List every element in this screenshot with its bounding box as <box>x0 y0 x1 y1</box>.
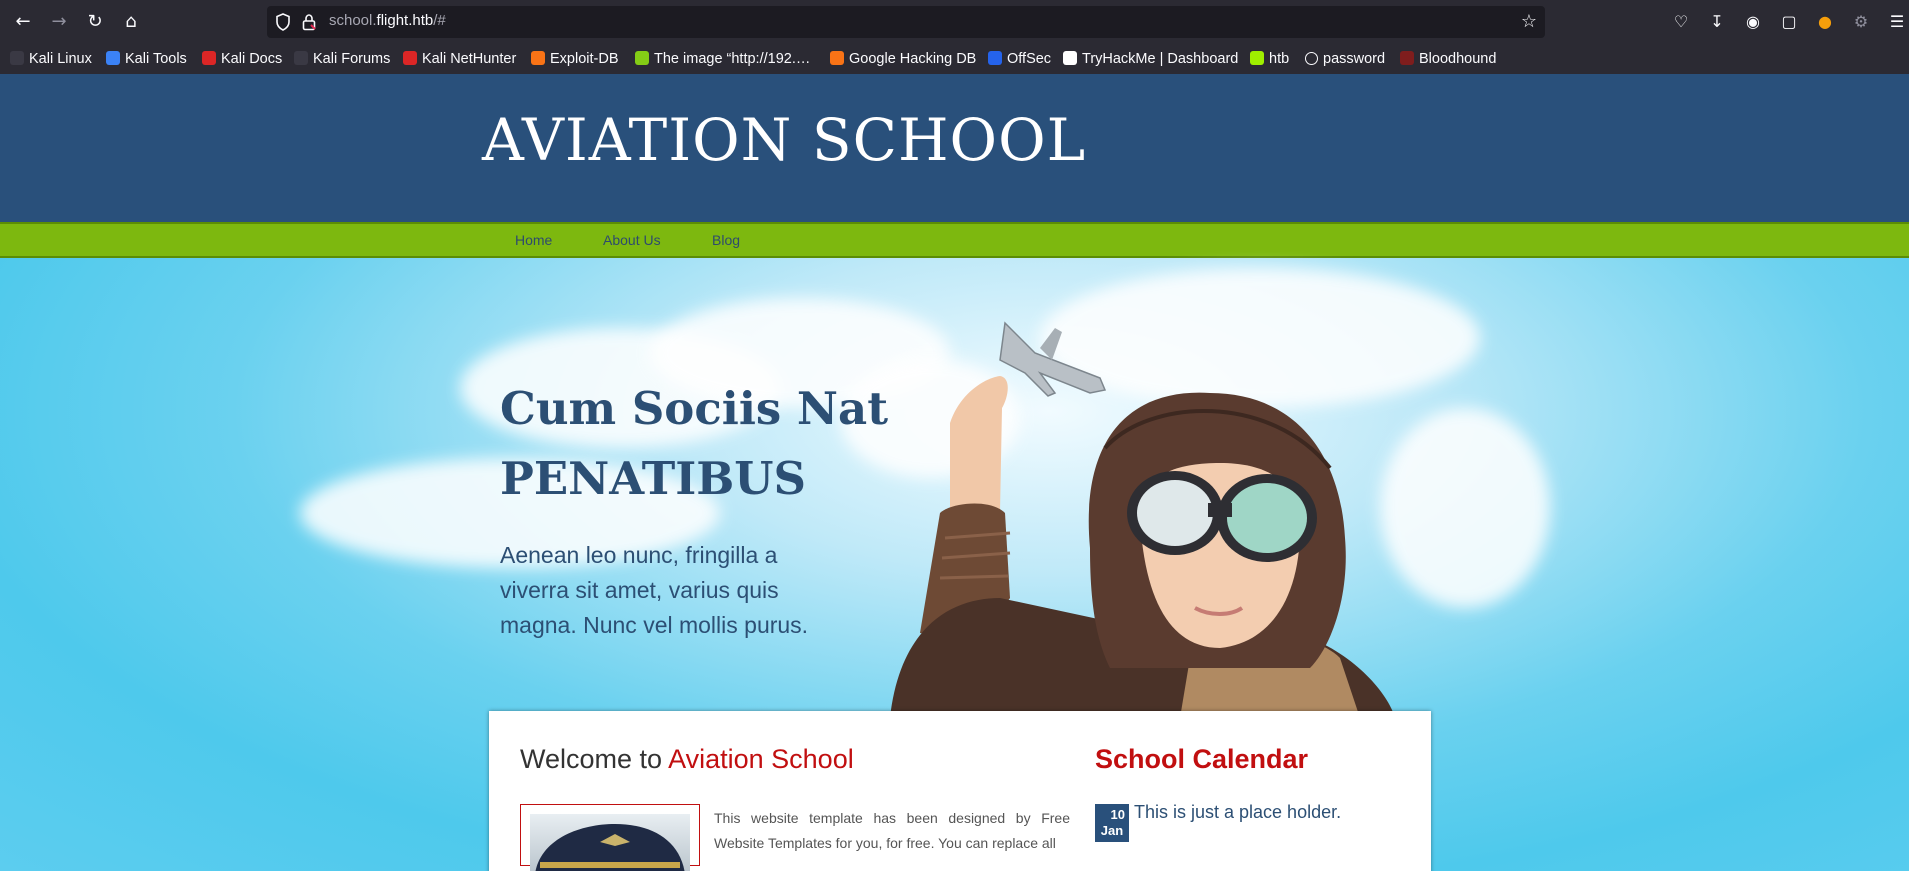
bookmark-kali-nethunter[interactable]: Kali NetHunter <box>403 48 516 70</box>
bookmark-label: Kali Tools <box>125 51 187 67</box>
pilot-photo <box>530 814 690 871</box>
bookmark-label: Kali Forums <box>313 51 391 67</box>
calendar-event-text[interactable]: This is just a place holder. <box>1134 802 1341 823</box>
bookmark-label: htb <box>1269 51 1290 67</box>
bookmark-label: Kali Docs <box>221 51 283 67</box>
bookmark-kali-docs[interactable]: Kali Docs <box>202 48 282 70</box>
kali-forums-icon <box>294 51 308 65</box>
hero-title: Cum Sociis Nat PENATIBUS <box>500 374 888 514</box>
url-path: /# <box>433 12 446 29</box>
home-icon[interactable]: ⌂ <box>119 10 143 34</box>
pocket-icon[interactable]: ♡ <box>1669 10 1693 34</box>
bookmarks-bar: Kali Linux Kali Tools Kali Docs Kali For… <box>0 44 1909 75</box>
bookmark-label: Kali NetHunter <box>422 51 517 67</box>
bookmark-image[interactable]: The image “http://192.… <box>635 48 810 70</box>
url-bar[interactable]: school.flight.htb/# ☆ <box>267 6 1545 38</box>
hero-subtitle: Aenean leo nunc, fringilla a viverra sit… <box>500 542 809 638</box>
bookmark-kali-forums[interactable]: Kali Forums <box>294 48 390 70</box>
offsec-icon <box>988 51 1002 65</box>
bookmark-tryhackme[interactable]: TryHackMe | Dashboard <box>1063 48 1238 70</box>
bookmark-kali-linux[interactable]: Kali Linux <box>10 48 92 70</box>
exploit-db-icon <box>531 51 545 65</box>
foxyproxy-icon[interactable]: ● <box>1813 10 1837 34</box>
kali-docs-icon <box>202 51 216 65</box>
toy-plane-icon <box>999 321 1107 397</box>
menu-icon[interactable]: ☰ <box>1885 10 1909 34</box>
extensions-icon[interactable]: ▢ <box>1777 10 1801 34</box>
main-navigation: Home About Us Blog <box>0 222 1909 258</box>
kali-icon <box>10 51 24 65</box>
aviator-child-image <box>890 321 1395 718</box>
bookmark-label: Kali Linux <box>29 51 92 67</box>
nav-home[interactable]: Home <box>515 232 552 248</box>
bookmark-label: TryHackMe | Dashboard <box>1082 51 1239 67</box>
welcome-heading: Welcome to Aviation School <box>520 744 854 775</box>
nav-about-us[interactable]: About Us <box>603 232 661 248</box>
bookmark-exploit-db[interactable]: Exploit-DB <box>531 48 619 70</box>
bookmark-label: OffSec <box>1007 51 1052 67</box>
lock-icon[interactable] <box>301 13 317 31</box>
calendar-title: School Calendar <box>1095 744 1309 774</box>
globe-icon <box>1305 52 1318 65</box>
welcome-prefix: Welcome to <box>520 744 669 774</box>
calendar-day: 10 <box>1110 807 1125 822</box>
site-header: AVIATION SCHOOL <box>0 74 1909 222</box>
bookmark-htb[interactable]: htb <box>1250 48 1289 70</box>
toolbar-right: ♡ ↧ ◉ ▢ ● ⚙ ☰ <box>1669 10 1909 34</box>
bloodhound-icon <box>1400 51 1414 65</box>
bookmark-offsec[interactable]: OffSec <box>988 48 1051 70</box>
hero-title-line-2: PENATIBUS <box>500 452 807 505</box>
nethunter-icon <box>403 51 417 65</box>
bookmark-star-icon[interactable]: ☆ <box>1521 11 1537 32</box>
bookmark-label: Bloodhound <box>1419 51 1497 67</box>
bookmark-password[interactable]: password <box>1305 48 1385 70</box>
url-host-prefix: school. <box>329 12 377 29</box>
url-text[interactable]: school.flight.htb/# <box>329 12 446 29</box>
bookmark-google-hacking-db[interactable]: Google Hacking DB <box>830 48 976 70</box>
content-panel: Welcome to Aviation School This website … <box>489 711 1431 871</box>
browser-toolbar: ← → ↻ ⌂ school.flight.htb/# ☆ ♡ ↧ ◉ ▢ ● … <box>0 0 1909 44</box>
hero-title-line-1: Cum Sociis Nat <box>500 382 888 435</box>
url-host: flight.htb <box>376 12 434 29</box>
forward-icon[interactable]: → <box>47 10 71 34</box>
pilot-cap-image <box>535 824 685 871</box>
kali-tools-icon <box>106 51 120 65</box>
settings-icon[interactable]: ⚙ <box>1849 10 1873 34</box>
downloads-icon[interactable]: ↧ <box>1705 10 1729 34</box>
bookmark-label: The image “http://192.… <box>654 51 811 67</box>
ghdb-icon <box>830 51 844 65</box>
bookmark-label: Google Hacking DB <box>849 51 977 67</box>
bookmark-label: password <box>1323 51 1386 67</box>
account-icon[interactable]: ◉ <box>1741 10 1765 34</box>
nav-blog[interactable]: Blog <box>712 232 740 248</box>
welcome-school-name: Aviation School <box>668 744 854 774</box>
tryhackme-icon <box>1063 51 1077 65</box>
pilot-photo-frame[interactable] <box>520 804 700 871</box>
welcome-body-text: This website template has been designed … <box>714 810 1070 851</box>
htb-icon <box>1250 51 1264 65</box>
calendar-month: Jan <box>1100 823 1124 838</box>
bookmark-bloodhound[interactable]: Bloodhound <box>1400 48 1496 70</box>
calendar-date-badge: 10 Jan <box>1095 804 1129 842</box>
web-page: AVIATION SCHOOL Home About Us Blog Cum S… <box>0 74 1909 871</box>
back-icon[interactable]: ← <box>11 10 35 34</box>
image-icon <box>635 51 649 65</box>
site-logo[interactable]: AVIATION SCHOOL <box>482 106 1086 174</box>
bookmark-kali-tools[interactable]: Kali Tools <box>106 48 187 70</box>
reload-icon[interactable]: ↻ <box>83 10 107 34</box>
shield-icon[interactable] <box>275 13 291 31</box>
bookmark-label: Exploit-DB <box>550 51 619 67</box>
